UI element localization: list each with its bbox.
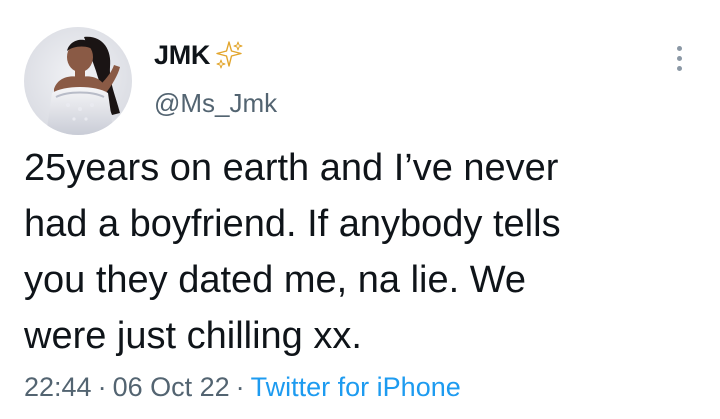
sparkles-icon: [214, 40, 244, 70]
meta-separator: ·: [97, 372, 107, 402]
display-name[interactable]: JMK: [154, 40, 210, 71]
tweet-card: JMK @Ms_Jmk 25years on earth and I’ve ne…: [0, 0, 720, 419]
more-options-icon[interactable]: [666, 40, 692, 76]
tweet-text-line: were just chilling xx.: [24, 315, 362, 357]
tweet-date[interactable]: 06 Oct 22: [113, 372, 230, 402]
avatar-image: [24, 27, 132, 135]
tweet-source-link[interactable]: Twitter for iPhone: [251, 372, 461, 402]
meta-separator: ·: [235, 372, 245, 402]
tweet-text: 25years on earth and I’ve never had a bo…: [24, 140, 704, 364]
tweet-text-line: had a boyfriend. If anybody tells: [24, 203, 561, 245]
avatar[interactable]: [24, 27, 132, 135]
tweet-meta: 22:44 · 06 Oct 22 · Twitter for iPhone: [24, 372, 461, 403]
user-handle[interactable]: @Ms_Jmk: [154, 88, 277, 119]
author-name-row[interactable]: JMK: [154, 40, 244, 71]
tweet-time[interactable]: 22:44: [24, 372, 92, 402]
tweet-text-line: you they dated me, na lie. We: [24, 259, 527, 301]
tweet-text-line: 25years on earth and I’ve never: [24, 147, 559, 189]
